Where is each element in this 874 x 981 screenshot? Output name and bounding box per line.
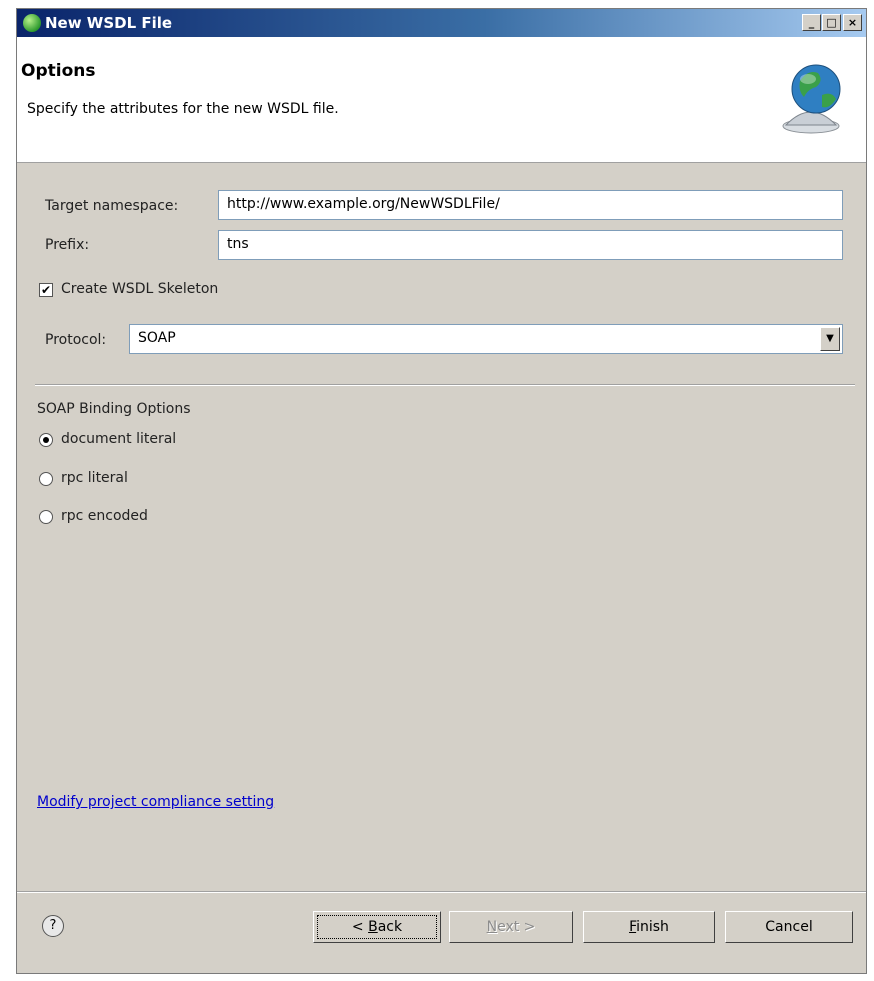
create-skeleton-checkbox[interactable]: ✔ [39, 283, 53, 297]
rpc-encoded-label: rpc encoded [61, 508, 148, 524]
prefix-label: Prefix: [45, 237, 90, 253]
next-button[interactable]: Next > [449, 911, 573, 943]
finish-button[interactable]: Finish [583, 911, 715, 943]
page-description: Specify the attributes for the new WSDL … [27, 101, 339, 117]
minimize-button[interactable]: _ [802, 14, 821, 31]
chevron-down-icon[interactable]: ▼ [820, 327, 840, 351]
protocol-label: Protocol: [45, 332, 107, 348]
radio-document-literal[interactable] [39, 433, 53, 447]
target-namespace-label: Target namespace: [45, 198, 179, 214]
wizard-banner: Options Specify the attributes for the n… [17, 37, 866, 163]
help-icon[interactable]: ? [42, 915, 64, 937]
next-rest: ext > [497, 919, 536, 935]
window-title: New WSDL File [45, 14, 173, 32]
protocol-value: SOAP [138, 330, 176, 346]
back-mnemonic: B [368, 919, 378, 935]
back-prefix: < [351, 919, 369, 935]
rpc-literal-label: rpc literal [61, 470, 128, 486]
binding-options-heading: SOAP Binding Options [37, 401, 191, 417]
create-skeleton-label: Create WSDL Skeleton [61, 281, 219, 297]
maximize-button[interactable]: □ [822, 14, 841, 31]
new-wsdl-dialog: New WSDL File _ □ × Options Specify the … [16, 8, 867, 974]
prefix-input[interactable]: tns [218, 230, 843, 260]
target-namespace-input[interactable]: http://www.example.org/NewWSDLFile/ [218, 190, 843, 220]
radio-rpc-literal[interactable] [39, 472, 53, 486]
protocol-select[interactable]: SOAP ▼ [129, 324, 843, 354]
finish-rest: inish [636, 919, 669, 935]
page-title: Options [21, 61, 96, 81]
modify-compliance-link[interactable]: Modify project compliance setting [37, 794, 274, 810]
button-bar-divider [17, 891, 866, 893]
back-rest: ack [377, 919, 403, 935]
radio-rpc-encoded[interactable] [39, 510, 53, 524]
title-bar[interactable]: New WSDL File _ □ × [17, 9, 866, 37]
wsdl-wizard-icon [23, 14, 41, 32]
section-divider [35, 384, 855, 386]
close-button[interactable]: × [843, 14, 862, 31]
back-button[interactable]: < Back [313, 911, 441, 943]
cancel-button[interactable]: Cancel [725, 911, 853, 943]
next-mnemonic: N [486, 919, 498, 935]
globe-service-bell-icon [782, 64, 841, 134]
document-literal-label: document literal [61, 431, 177, 447]
